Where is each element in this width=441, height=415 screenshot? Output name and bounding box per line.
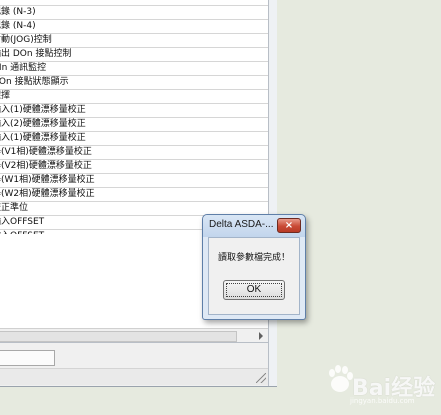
dialog-body: 讀取參數檔完成！ OK: [208, 237, 300, 315]
window-right-edge: [268, 0, 277, 386]
main-window: 記錄 (N-3) 記錄 (N-4) 寸動(JOG)控制 輸出 DOn 接點控制 …: [0, 0, 277, 387]
status-bar: [0, 368, 268, 385]
list-item[interactable]: 記錄 (N-3): [0, 6, 268, 20]
resize-grip-icon[interactable]: [256, 373, 266, 383]
list-item[interactable]: DOn 接點狀態顯示: [0, 76, 268, 90]
watermark-url: jingyan.baidu.com: [350, 397, 415, 405]
desktop: 記錄 (N-3) 記錄 (N-4) 寸動(JOG)控制 輸出 DOn 接點控制 …: [0, 0, 441, 415]
close-icon: ×: [284, 220, 294, 231]
list-item[interactable]: 寸動(JOG)控制: [0, 34, 268, 48]
list-item[interactable]: 器(W1相)硬體漂移量校正: [0, 174, 268, 188]
list-item[interactable]: 輸入(1)硬體漂移量校正: [0, 104, 268, 118]
dialog-message: 讀取參數檔完成！: [217, 253, 290, 263]
dialog-title: Delta ASDA-...: [209, 219, 274, 230]
list-item[interactable]: 記錄 (N-4): [0, 20, 268, 34]
scroll-right-arrow-icon[interactable]: [259, 332, 263, 340]
scrollbar-thumb[interactable]: [0, 331, 237, 342]
list-item[interactable]: 輸出 DOn 接點控制: [0, 48, 268, 62]
list-item[interactable]: 器(V2相)硬體漂移量校正: [0, 160, 268, 174]
list-item[interactable]: 器(W2相)硬體漂移量校正: [0, 188, 268, 202]
bottom-field[interactable]: [0, 350, 55, 366]
list-item[interactable]: 選擇: [0, 90, 268, 104]
list-item[interactable]: 輸入(2)硬體漂移量校正: [0, 118, 268, 132]
list-item[interactable]: 輸入(1)硬體漂移量校正: [0, 132, 268, 146]
message-dialog: Delta ASDA-... × 讀取參數檔完成！ OK: [202, 214, 306, 320]
list-item[interactable]: DIn 通訊監控: [0, 62, 268, 76]
dialog-titlebar[interactable]: Delta ASDA-... ×: [203, 215, 305, 237]
function-list-rows: 記錄 (N-3) 記錄 (N-4) 寸動(JOG)控制 輸出 DOn 接點控制 …: [0, 0, 268, 244]
horizontal-scrollbar[interactable]: [0, 328, 268, 342]
ok-button[interactable]: OK: [223, 280, 285, 300]
list-item[interactable]: 器(V1相)硬體漂移量校正: [0, 146, 268, 160]
close-button[interactable]: ×: [277, 218, 301, 233]
